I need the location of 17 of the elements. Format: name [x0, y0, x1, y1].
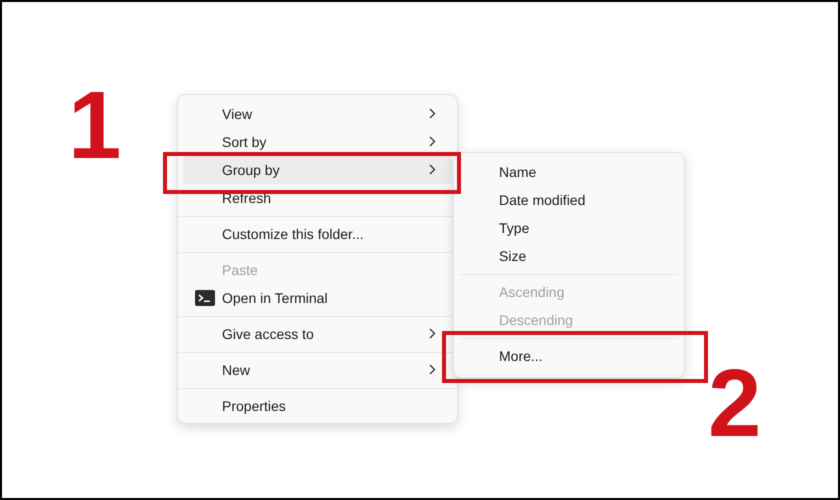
- menu-item[interactable]: View: [183, 100, 452, 128]
- menu-item[interactable]: Customize this folder...: [183, 220, 452, 248]
- step-number: 1: [68, 78, 122, 174]
- menu-item[interactable]: Open in Terminal: [183, 284, 452, 312]
- menu-item[interactable]: Group by: [183, 156, 452, 184]
- menu-item[interactable]: Refresh: [183, 184, 452, 212]
- menu-item[interactable]: Properties: [183, 392, 452, 420]
- menu-item[interactable]: Sort by: [183, 128, 452, 156]
- step-number: 2: [708, 356, 762, 452]
- menu-item[interactable]: Date modified: [459, 186, 679, 214]
- menu-item[interactable]: Size: [459, 242, 679, 270]
- menu-item[interactable]: New: [183, 356, 452, 384]
- terminal-icon: [195, 290, 215, 306]
- menu-item[interactable]: Type: [459, 214, 679, 242]
- menu-item[interactable]: Give access to: [183, 320, 452, 348]
- menu-item[interactable]: More...: [459, 342, 679, 370]
- menu-item[interactable]: Name: [459, 158, 679, 186]
